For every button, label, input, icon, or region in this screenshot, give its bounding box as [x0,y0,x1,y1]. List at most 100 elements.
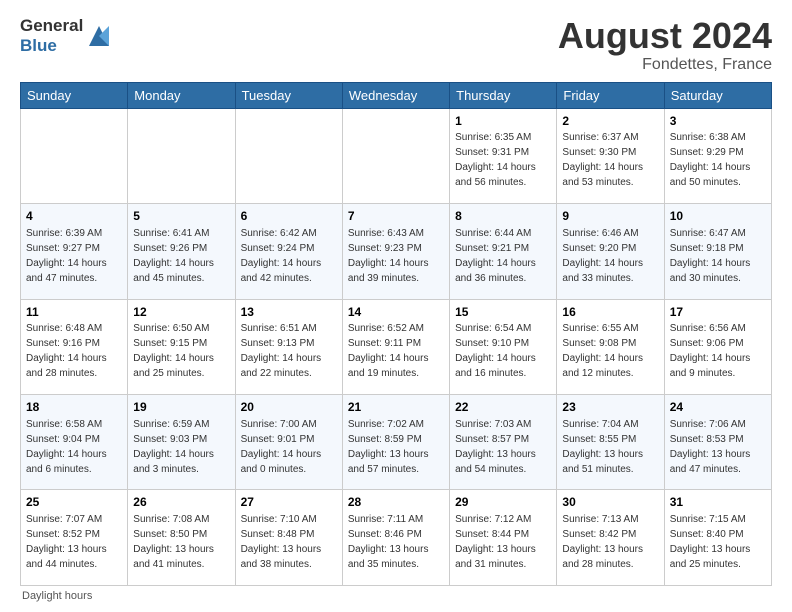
day-info: Sunrise: 6:48 AM Sunset: 9:16 PM Dayligh… [26,323,107,379]
day-info: Sunrise: 7:06 AM Sunset: 8:53 PM Dayligh… [670,419,751,475]
day-info: Sunrise: 6:50 AM Sunset: 9:15 PM Dayligh… [133,323,214,379]
day-number: 14 [348,304,444,321]
day-info: Sunrise: 6:56 AM Sunset: 9:06 PM Dayligh… [670,323,751,379]
day-number: 17 [670,304,766,321]
table-row: 26Sunrise: 7:08 AM Sunset: 8:50 PM Dayli… [128,490,235,586]
calendar-week-2: 4 Sunrise: 6:39 AM Sunset: 9:27 PM Daylig… [21,204,772,299]
title-block: August 2024 Fondettes, France [558,16,772,74]
table-row: 10 Sunrise: 6:47 AM Sunset: 9:18 PM Dayli… [664,204,771,299]
title-month: August 2024 [558,16,772,56]
day-number: 7 [348,208,444,225]
day-number: 9 [562,208,658,225]
day-info: Sunrise: 6:41 AM Sunset: 9:26 PM Dayligh… [133,228,214,284]
day-number: 19 [133,399,229,416]
table-row: 12 Sunrise: 6:50 AM Sunset: 9:15 PM Dayli… [128,299,235,394]
day-info: Sunrise: 6:35 AM Sunset: 9:31 PM Dayligh… [455,132,536,188]
day-info: Sunrise: 6:47 AM Sunset: 9:18 PM Dayligh… [670,228,751,284]
table-row [235,108,342,203]
table-row: 21Sunrise: 7:02 AM Sunset: 8:59 PM Dayli… [342,395,449,490]
day-number: 15 [455,304,551,321]
calendar-week-3: 11Sunrise: 6:48 AM Sunset: 9:16 PM Dayli… [21,299,772,394]
table-row: 15Sunrise: 6:54 AM Sunset: 9:10 PM Dayli… [450,299,557,394]
day-number: 1 [455,113,551,130]
day-number: 27 [241,494,337,511]
logo: General Blue [20,16,113,55]
header: General Blue August 2024 Fondettes, Fran… [20,16,772,74]
table-row: 14 Sunrise: 6:52 AM Sunset: 9:11 PM Dayli… [342,299,449,394]
day-info: Sunrise: 7:12 AM Sunset: 8:44 PM Dayligh… [455,514,536,570]
day-number: 13 [241,304,337,321]
day-number: 30 [562,494,658,511]
day-number: 29 [455,494,551,511]
calendar-week-5: 25 Sunrise: 7:07 AM Sunset: 8:52 PM Dayli… [21,490,772,586]
table-row: 13 Sunrise: 6:51 AM Sunset: 9:13 PM Dayli… [235,299,342,394]
day-number: 4 [26,208,122,225]
day-number: 25 [26,494,122,511]
day-info: Sunrise: 6:37 AM Sunset: 9:30 PM Dayligh… [562,132,643,188]
col-saturday: Saturday [664,82,771,108]
table-row: 8Sunrise: 6:44 AM Sunset: 9:21 PM Daylig… [450,204,557,299]
table-row: 30 Sunrise: 7:13 AM Sunset: 8:42 PM Dayli… [557,490,664,586]
table-row: 11Sunrise: 6:48 AM Sunset: 9:16 PM Dayli… [21,299,128,394]
col-tuesday: Tuesday [235,82,342,108]
day-info: Sunrise: 7:11 AM Sunset: 8:46 PM Dayligh… [348,514,429,570]
day-info: Sunrise: 6:46 AM Sunset: 9:20 PM Dayligh… [562,228,643,284]
table-row: 9 Sunrise: 6:46 AM Sunset: 9:20 PM Daylig… [557,204,664,299]
day-info: Sunrise: 7:08 AM Sunset: 8:50 PM Dayligh… [133,514,214,570]
col-friday: Friday [557,82,664,108]
table-row: 25 Sunrise: 7:07 AM Sunset: 8:52 PM Dayli… [21,490,128,586]
day-number: 5 [133,208,229,225]
day-info: Sunrise: 6:39 AM Sunset: 9:27 PM Dayligh… [26,228,107,284]
day-info: Sunrise: 6:55 AM Sunset: 9:08 PM Dayligh… [562,323,643,379]
col-thursday: Thursday [450,82,557,108]
table-row: 5 Sunrise: 6:41 AM Sunset: 9:26 PM Daylig… [128,204,235,299]
table-row: 17 Sunrise: 6:56 AM Sunset: 9:06 PM Dayli… [664,299,771,394]
col-wednesday: Wednesday [342,82,449,108]
table-row: 29 Sunrise: 7:12 AM Sunset: 8:44 PM Dayli… [450,490,557,586]
table-row [342,108,449,203]
day-number: 16 [562,304,658,321]
day-number: 20 [241,399,337,416]
day-number: 23 [562,399,658,416]
day-info: Sunrise: 6:52 AM Sunset: 9:11 PM Dayligh… [348,323,429,379]
table-row [128,108,235,203]
logo-general: General [20,16,83,36]
day-info: Sunrise: 6:43 AM Sunset: 9:23 PM Dayligh… [348,228,429,284]
table-row: 19Sunrise: 6:59 AM Sunset: 9:03 PM Dayli… [128,395,235,490]
calendar-week-4: 18Sunrise: 6:58 AM Sunset: 9:04 PM Dayli… [21,395,772,490]
calendar-table: Sunday Monday Tuesday Wednesday Thursday… [20,82,772,586]
table-row [21,108,128,203]
day-info: Sunrise: 7:00 AM Sunset: 9:01 PM Dayligh… [241,419,322,475]
table-row: 28 Sunrise: 7:11 AM Sunset: 8:46 PM Dayli… [342,490,449,586]
day-info: Sunrise: 7:03 AM Sunset: 8:57 PM Dayligh… [455,419,536,475]
day-number: 28 [348,494,444,511]
col-monday: Monday [128,82,235,108]
day-number: 18 [26,399,122,416]
day-number: 3 [670,113,766,130]
day-info: Sunrise: 7:13 AM Sunset: 8:42 PM Dayligh… [562,514,643,570]
day-info: Sunrise: 7:15 AM Sunset: 8:40 PM Dayligh… [670,514,751,570]
day-info: Sunrise: 6:42 AM Sunset: 9:24 PM Dayligh… [241,228,322,284]
day-info: Sunrise: 7:10 AM Sunset: 8:48 PM Dayligh… [241,514,322,570]
day-number: 31 [670,494,766,511]
table-row: 6Sunrise: 6:42 AM Sunset: 9:24 PM Daylig… [235,204,342,299]
page: General Blue August 2024 Fondettes, Fran… [0,0,792,612]
logo-icon [85,22,113,50]
table-row: 23Sunrise: 7:04 AM Sunset: 8:55 PM Dayli… [557,395,664,490]
table-row: 20 Sunrise: 7:00 AM Sunset: 9:01 PM Dayli… [235,395,342,490]
table-row: 24Sunrise: 7:06 AM Sunset: 8:53 PM Dayli… [664,395,771,490]
table-row: 7 Sunrise: 6:43 AM Sunset: 9:23 PM Daylig… [342,204,449,299]
day-number: 10 [670,208,766,225]
calendar-header-row: Sunday Monday Tuesday Wednesday Thursday… [21,82,772,108]
day-info: Sunrise: 7:02 AM Sunset: 8:59 PM Dayligh… [348,419,429,475]
table-row: 1 Sunrise: 6:35 AM Sunset: 9:31 PM Daylig… [450,108,557,203]
day-info: Sunrise: 7:07 AM Sunset: 8:52 PM Dayligh… [26,514,107,570]
day-info: Sunrise: 6:38 AM Sunset: 9:29 PM Dayligh… [670,132,751,188]
table-row: 4 Sunrise: 6:39 AM Sunset: 9:27 PM Daylig… [21,204,128,299]
col-sunday: Sunday [21,82,128,108]
calendar-week-1: 1 Sunrise: 6:35 AM Sunset: 9:31 PM Daylig… [21,108,772,203]
day-info: Sunrise: 6:51 AM Sunset: 9:13 PM Dayligh… [241,323,322,379]
day-number: 12 [133,304,229,321]
day-info: Sunrise: 6:44 AM Sunset: 9:21 PM Dayligh… [455,228,536,284]
day-number: 22 [455,399,551,416]
